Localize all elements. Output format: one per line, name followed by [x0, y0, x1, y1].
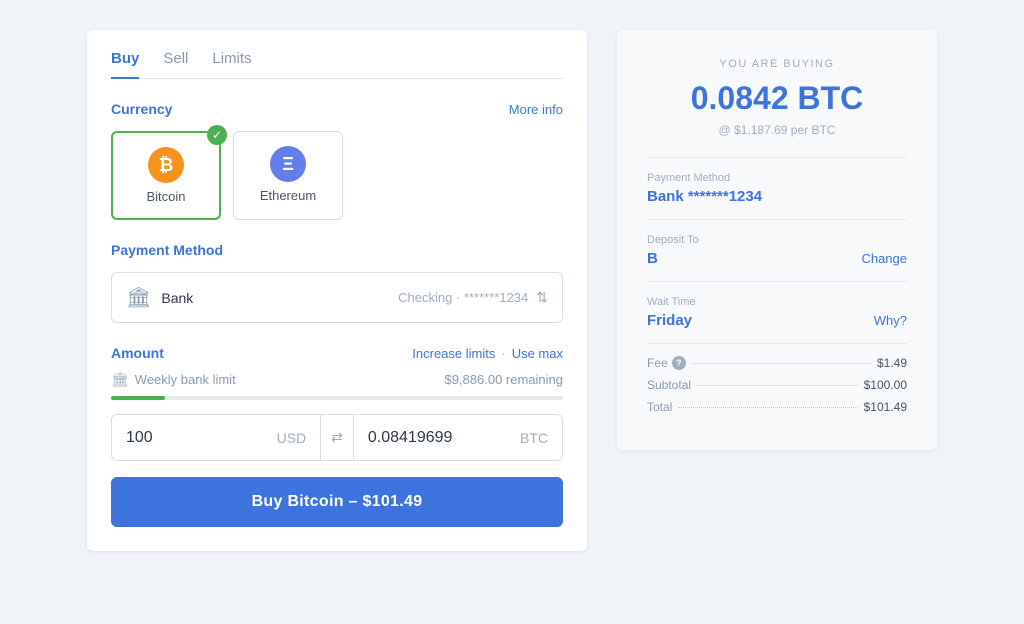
you-buying-label: YOU ARE BUYING [647, 58, 907, 70]
amount-header: Amount Increase limits · Use max [111, 345, 563, 361]
summary-amount: 0.0842 BTC [647, 80, 907, 117]
currency-card-eth[interactable]: Ξ Ethereum [233, 131, 343, 220]
usd-input-wrapper: USD [112, 417, 320, 459]
deposit-to-value: B Change [647, 250, 907, 267]
wait-time-row: Wait Time Friday Why? [647, 296, 907, 329]
dot-separator: · [501, 346, 505, 361]
usd-label: USD [277, 430, 307, 446]
buy-button[interactable]: Buy Bitcoin – $101.49 [111, 477, 563, 527]
payment-title: Payment Method [111, 242, 223, 258]
deposit-to-label: Deposit To [647, 234, 907, 246]
fee-dots-1 [692, 363, 871, 364]
currency-title: Currency [111, 101, 172, 117]
swap-icon[interactable]: ⇄ [320, 415, 354, 460]
btc-label: BTC [520, 430, 548, 446]
limit-label: Weekly bank limit [135, 372, 236, 387]
progress-bar [111, 396, 563, 400]
limit-row: 🏛 Weekly bank limit $9,886.00 remaining [111, 371, 563, 388]
right-panel: YOU ARE BUYING 0.0842 BTC @ $1,187.69 pe… [617, 30, 937, 450]
total-amount: $101.49 [864, 400, 907, 414]
checking-text: Checking · *******1234 [398, 290, 528, 305]
bank-label: Bank [161, 290, 193, 306]
summary-divider-2 [647, 219, 907, 220]
amount-links: Increase limits · Use max [412, 346, 563, 361]
eth-name: Ethereum [260, 188, 316, 203]
amount-section: Amount Increase limits · Use max 🏛 Weekl… [111, 345, 563, 461]
progress-fill [111, 396, 165, 400]
wait-time-label: Wait Time [647, 296, 907, 308]
fee-row: Fee ? $1.49 [647, 356, 907, 370]
tab-limits[interactable]: Limits [212, 50, 251, 79]
change-link[interactable]: Change [861, 251, 907, 266]
tab-buy[interactable]: Buy [111, 50, 139, 79]
tabs: Buy Sell Limits [111, 50, 563, 79]
summary-divider-1 [647, 157, 907, 158]
wait-time-value: Friday Why? [647, 312, 907, 329]
wait-time-text: Friday [647, 312, 692, 329]
fee-dots-2 [697, 385, 858, 386]
currency-section-header: Currency More info [111, 101, 563, 117]
eth-icon: Ξ [270, 146, 306, 182]
left-panel: Buy Sell Limits Currency More info ✓ ₿ B… [87, 30, 587, 551]
fee-label: Fee [647, 356, 668, 370]
currency-card-btc[interactable]: ✓ ₿ Bitcoin [111, 131, 221, 220]
amount-title: Amount [111, 345, 164, 361]
deposit-to-row: Deposit To B Change [647, 234, 907, 267]
bank-icon: 🏛 [126, 285, 151, 310]
fee-dots-3 [678, 407, 857, 408]
subtotal-row: Subtotal $100.00 [647, 378, 907, 392]
limit-bank-icon: 🏛 [111, 371, 129, 388]
summary-rate: @ $1,187.69 per BTC [647, 123, 907, 137]
use-max-link[interactable]: Use max [512, 346, 563, 361]
subtotal-label: Subtotal [647, 378, 691, 392]
fee-label-wrapper: Fee ? [647, 356, 686, 370]
more-info-link[interactable]: More info [509, 102, 563, 117]
limit-left: 🏛 Weekly bank limit [111, 371, 236, 388]
payment-left: 🏛 Bank [126, 285, 193, 310]
btc-name: Bitcoin [146, 189, 185, 204]
amount-inputs: USD ⇄ BTC [111, 414, 563, 461]
fee-amount: $1.49 [877, 356, 907, 370]
deposit-to-text: B [647, 250, 658, 267]
fee-section: Fee ? $1.49 Subtotal $100.00 Total $101.… [647, 343, 907, 414]
payment-right: Checking · *******1234 ⇅ [398, 289, 548, 306]
btc-input[interactable] [368, 429, 478, 447]
chevron-up-down-icon: ⇅ [536, 289, 548, 306]
selected-checkmark: ✓ [207, 125, 227, 145]
payment-method-row: Payment Method Bank *******1234 [647, 172, 907, 205]
btc-input-wrapper: BTC [354, 417, 562, 459]
payment-method-value: Bank *******1234 [647, 188, 907, 205]
payment-select[interactable]: 🏛 Bank Checking · *******1234 ⇅ [111, 272, 563, 323]
limit-remaining: $9,886.00 remaining [444, 372, 563, 387]
tab-sell[interactable]: Sell [163, 50, 188, 79]
fee-info-icon[interactable]: ? [672, 356, 686, 370]
usd-input[interactable] [126, 429, 206, 447]
currency-cards: ✓ ₿ Bitcoin Ξ Ethereum [111, 131, 563, 220]
total-row: Total $101.49 [647, 400, 907, 414]
why-link[interactable]: Why? [874, 313, 907, 328]
total-label: Total [647, 400, 672, 414]
increase-limits-link[interactable]: Increase limits [412, 346, 495, 361]
payment-section-header: Payment Method [111, 242, 563, 258]
subtotal-amount: $100.00 [864, 378, 907, 392]
outer-container: Buy Sell Limits Currency More info ✓ ₿ B… [0, 0, 1024, 624]
payment-method-label: Payment Method [647, 172, 907, 184]
btc-icon: ₿ [148, 147, 184, 183]
summary-divider-3 [647, 281, 907, 282]
